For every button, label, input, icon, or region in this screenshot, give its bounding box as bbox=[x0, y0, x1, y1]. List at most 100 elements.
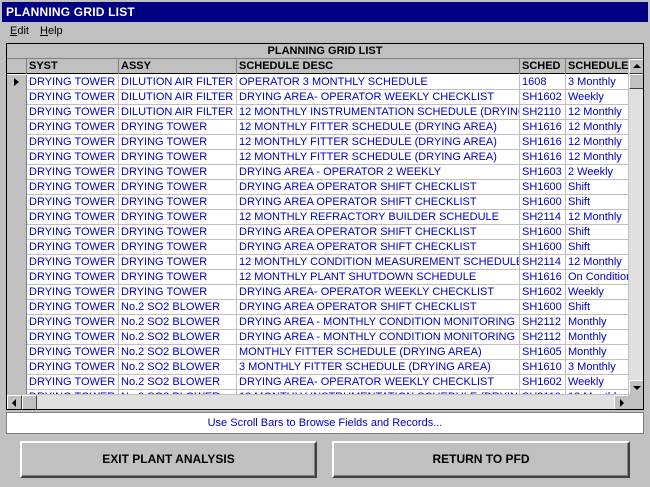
cell-syst[interactable]: DRYING TOWER bbox=[27, 285, 119, 300]
table-row[interactable]: DRYING TOWER DRYING TOWER DRYING AREA OPER… bbox=[7, 180, 629, 195]
table-row[interactable]: DRYING TOWER No.2 SO2 BLOWER DRYING AREA -… bbox=[7, 315, 629, 330]
cell-schedule[interactable]: 12 Monthly bbox=[566, 105, 629, 120]
cell-sched[interactable]: SH1616 bbox=[520, 120, 566, 135]
row-selector[interactable] bbox=[7, 255, 27, 270]
cell-schedule[interactable]: 12 Monthly bbox=[566, 150, 629, 165]
cell-schedule-desc[interactable]: 12 MONTHLY FITTER SCHEDULE (DRYING AREA) bbox=[237, 150, 520, 165]
cell-schedule-desc[interactable]: DRYING AREA OPERATOR SHIFT CHECKLIST bbox=[237, 195, 520, 210]
cell-schedule-desc[interactable]: 12 MONTHLY PLANT SHUTDOWN SCHEDULE bbox=[237, 270, 520, 285]
table-row[interactable]: DRYING TOWER No.2 SO2 BLOWER 3 MONTHLY FIT… bbox=[7, 360, 629, 375]
cell-schedule[interactable]: On Condition bbox=[566, 270, 629, 285]
cell-sched[interactable]: SH1602 bbox=[520, 90, 566, 105]
cell-schedule-desc[interactable]: DRYING AREA - OPERATOR 2 WEEKLY bbox=[237, 165, 520, 180]
cell-schedule[interactable]: 3 Monthly bbox=[566, 360, 629, 375]
cell-schedule[interactable]: Shift bbox=[566, 300, 629, 315]
horizontal-scroll-thumb[interactable] bbox=[22, 395, 37, 409]
cell-syst[interactable]: DRYING TOWER bbox=[27, 150, 119, 165]
row-selector[interactable] bbox=[7, 195, 27, 210]
cell-schedule-desc[interactable]: DRYING AREA- OPERATOR WEEKLY CHECKLIST bbox=[237, 285, 520, 300]
table-row[interactable]: DRYING TOWER DILUTION AIR FILTER DRYING AR… bbox=[7, 90, 629, 105]
cell-schedule[interactable]: Weekly bbox=[566, 375, 629, 390]
menu-help[interactable]: Help bbox=[40, 25, 63, 37]
cell-assy[interactable]: DRYING TOWER bbox=[119, 180, 237, 195]
table-row[interactable]: DRYING TOWER DRYING TOWER 12 MONTHLY FITTE… bbox=[7, 150, 629, 165]
scroll-right-icon[interactable] bbox=[614, 395, 629, 409]
cell-sched[interactable]: SH1602 bbox=[520, 285, 566, 300]
header-schedule[interactable]: SCHEDULE bbox=[566, 59, 629, 74]
cell-syst[interactable]: DRYING TOWER bbox=[27, 180, 119, 195]
cell-schedule[interactable]: Monthly bbox=[566, 330, 629, 345]
cell-assy[interactable]: No.2 SO2 BLOWER bbox=[119, 360, 237, 375]
cell-syst[interactable]: DRYING TOWER bbox=[27, 210, 119, 225]
cell-sched[interactable]: SH1600 bbox=[520, 300, 566, 315]
header-sched[interactable]: SCHED bbox=[520, 59, 566, 74]
scroll-down-icon[interactable] bbox=[629, 380, 643, 395]
row-selector[interactable] bbox=[7, 285, 27, 300]
cell-schedule-desc[interactable]: DRYING AREA- OPERATOR WEEKLY CHECKLIST bbox=[237, 90, 520, 105]
cell-assy[interactable]: DRYING TOWER bbox=[119, 165, 237, 180]
cell-schedule-desc[interactable]: 12 MONTHLY CONDITION MEASUREMENT SCHEDUL… bbox=[237, 255, 520, 270]
cell-schedule-desc[interactable]: DRYING AREA- OPERATOR WEEKLY CHECKLIST bbox=[237, 375, 520, 390]
table-row[interactable]: DRYING TOWER DRYING TOWER 12 MONTHLY REFRA… bbox=[7, 210, 629, 225]
scroll-up-icon[interactable] bbox=[629, 59, 643, 74]
cell-sched[interactable]: SH1600 bbox=[520, 180, 566, 195]
cell-schedule-desc[interactable]: DRYING AREA OPERATOR SHIFT CHECKLIST bbox=[237, 240, 520, 255]
row-selector[interactable] bbox=[7, 90, 27, 105]
cell-assy[interactable]: No.2 SO2 BLOWER bbox=[119, 330, 237, 345]
row-selector[interactable] bbox=[7, 210, 27, 225]
cell-schedule[interactable]: 2 Weekly bbox=[566, 165, 629, 180]
cell-assy[interactable]: DRYING TOWER bbox=[119, 225, 237, 240]
row-selector[interactable] bbox=[7, 165, 27, 180]
cell-schedule[interactable]: Monthly bbox=[566, 315, 629, 330]
cell-syst[interactable]: DRYING TOWER bbox=[27, 375, 119, 390]
table-row[interactable]: DRYING TOWER DRYING TOWER 12 MONTHLY FITTE… bbox=[7, 135, 629, 150]
cell-schedule[interactable]: Weekly bbox=[566, 285, 629, 300]
cell-assy[interactable]: No.2 SO2 BLOWER bbox=[119, 345, 237, 360]
cell-syst[interactable]: DRYING TOWER bbox=[27, 165, 119, 180]
cell-sched[interactable]: 1608 bbox=[520, 75, 566, 90]
table-row[interactable]: DRYING TOWER DRYING TOWER 12 MONTHLY FITTE… bbox=[7, 120, 629, 135]
cell-syst[interactable]: DRYING TOWER bbox=[27, 315, 119, 330]
row-selector[interactable] bbox=[7, 270, 27, 285]
table-row[interactable]: DRYING TOWER DRYING TOWER DRYING AREA OPER… bbox=[7, 240, 629, 255]
cell-schedule[interactable]: Shift bbox=[566, 195, 629, 210]
cell-assy[interactable]: DRYING TOWER bbox=[119, 135, 237, 150]
cell-schedule-desc[interactable]: MONTHLY FITTER SCHEDULE (DRYING AREA) bbox=[237, 345, 520, 360]
cell-syst[interactable]: DRYING TOWER bbox=[27, 330, 119, 345]
cell-schedule[interactable]: Shift bbox=[566, 180, 629, 195]
cell-syst[interactable]: DRYING TOWER bbox=[27, 345, 119, 360]
cell-schedule-desc[interactable]: 12 MONTHLY REFRACTORY BUILDER SCHEDULE bbox=[237, 210, 520, 225]
table-row[interactable]: DRYING TOWER DRYING TOWER DRYING AREA - OP… bbox=[7, 165, 629, 180]
cell-syst[interactable]: DRYING TOWER bbox=[27, 255, 119, 270]
row-selector[interactable] bbox=[7, 375, 27, 390]
cell-sched[interactable]: SH1600 bbox=[520, 195, 566, 210]
row-selector[interactable] bbox=[7, 315, 27, 330]
cell-schedule[interactable]: Shift bbox=[566, 225, 629, 240]
cell-schedule[interactable]: Weekly bbox=[566, 90, 629, 105]
header-schedule-desc[interactable]: SCHEDULE DESC bbox=[237, 59, 520, 74]
header-syst[interactable]: SYST bbox=[27, 59, 119, 74]
cell-schedule-desc[interactable]: 3 MONTHLY FITTER SCHEDULE (DRYING AREA) bbox=[237, 360, 520, 375]
header-assy[interactable]: ASSY bbox=[119, 59, 237, 74]
cell-sched[interactable]: SH1610 bbox=[520, 360, 566, 375]
cell-sched[interactable]: SH1600 bbox=[520, 225, 566, 240]
cell-assy[interactable]: DRYING TOWER bbox=[119, 195, 237, 210]
cell-schedule[interactable]: Shift bbox=[566, 240, 629, 255]
table-row[interactable]: DRYING TOWER No.2 SO2 BLOWER DRYING AREA -… bbox=[7, 330, 629, 345]
cell-sched[interactable]: SH1605 bbox=[520, 345, 566, 360]
row-selector[interactable] bbox=[7, 150, 27, 165]
cell-assy[interactable]: DILUTION AIR FILTER bbox=[119, 105, 237, 120]
cell-schedule-desc[interactable]: 12 MONTHLY INSTRUMENTATION SCHEDULE (DRY… bbox=[237, 105, 520, 120]
cell-schedule[interactable]: 12 Monthly bbox=[566, 135, 629, 150]
vertical-scrollbar[interactable] bbox=[628, 59, 643, 395]
cell-schedule-desc[interactable]: DRYING AREA - MONTHLY CONDITION MONITORI… bbox=[237, 315, 520, 330]
cell-schedule-desc[interactable]: DRYING AREA OPERATOR SHIFT CHECKLIST bbox=[237, 180, 520, 195]
row-selector[interactable] bbox=[7, 360, 27, 375]
row-selector[interactable] bbox=[7, 300, 27, 315]
row-selector[interactable] bbox=[7, 330, 27, 345]
cell-sched[interactable]: SH1616 bbox=[520, 135, 566, 150]
table-row[interactable]: DRYING TOWER DILUTION AIR FILTER OPERATOR … bbox=[7, 75, 629, 90]
table-row[interactable]: DRYING TOWER No.2 SO2 BLOWER DRYING AREA O… bbox=[7, 300, 629, 315]
table-row[interactable]: DRYING TOWER DRYING TOWER DRYING AREA OPER… bbox=[7, 195, 629, 210]
cell-schedule[interactable]: 12 Monthly bbox=[566, 120, 629, 135]
